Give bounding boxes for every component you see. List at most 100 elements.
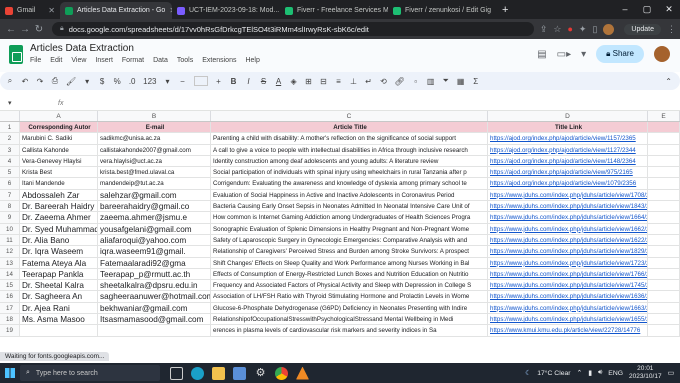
collapse-toolbar-icon[interactable]: ⌃	[665, 77, 680, 86]
row-number[interactable]: 4	[0, 155, 20, 167]
email-cell[interactable]: mandendeip@tut.ac.za	[98, 178, 211, 189]
forward-icon[interactable]: →	[18, 24, 32, 35]
update-button[interactable]: Update	[624, 23, 661, 35]
row-number[interactable]: 16	[0, 291, 20, 302]
close-window-icon[interactable]: ✕	[658, 4, 680, 15]
redo-icon[interactable]: ↷	[36, 77, 44, 86]
link-cell[interactable]: https://www.jduhs.com/index.php/jduhs/ar…	[488, 212, 648, 223]
empty-cell[interactable]	[648, 325, 680, 336]
font-size-field[interactable]	[193, 76, 208, 86]
link-icon[interactable]: 🔗︎	[395, 77, 405, 86]
row-number[interactable]: 18	[0, 314, 20, 325]
weather-text[interactable]: 17°C Clear	[537, 370, 570, 377]
tab-close-icon[interactable]: ✕	[165, 6, 172, 15]
empty-cell[interactable]	[648, 189, 680, 201]
browser-tab[interactable]: Fiverr / zenunkosi / Edit Gig✕	[388, 2, 496, 19]
font-size-decrease-icon[interactable]: −	[179, 77, 187, 86]
row-number[interactable]: 2	[0, 133, 20, 144]
paint-format-icon[interactable]: 🖌︎	[66, 77, 76, 86]
chrome-icon[interactable]	[275, 366, 288, 380]
italic-icon[interactable]: I	[245, 77, 253, 86]
title-cell[interactable]: Social participation of individuals with…	[211, 167, 488, 178]
new-tab-button[interactable]: +	[496, 4, 514, 16]
email-cell[interactable]: callistakahonde2007@gmail.com	[98, 144, 211, 155]
empty-cell[interactable]	[648, 223, 680, 234]
empty-cell[interactable]	[648, 178, 680, 189]
empty-cell[interactable]	[648, 291, 680, 302]
row-number[interactable]: 6	[0, 178, 20, 189]
column-header[interactable]: A	[20, 111, 98, 121]
header-cell[interactable]: Article Title	[211, 122, 488, 133]
share-button[interactable]: 🔒︎ Share	[596, 45, 644, 63]
fill-color-icon[interactable]: ◈	[290, 77, 298, 86]
title-cell[interactable]: A call to give a voice to people with in…	[211, 144, 488, 155]
email-cell[interactable]: vera.hlaylsi@uct.ac.za	[98, 155, 211, 167]
column-header[interactable]: C	[211, 111, 488, 121]
minimize-icon[interactable]: –	[614, 4, 636, 15]
email-cell[interactable]: sadikmc@unisa.ac.za	[98, 133, 211, 144]
link-cell[interactable]: https://www.jduhs.com/index.php/jduhs/ar…	[488, 291, 648, 302]
decimal-icon[interactable]: .0	[128, 77, 136, 86]
filter-icon[interactable]: ⏷	[442, 76, 450, 86]
author-cell[interactable]: Abdossaleh Zar	[20, 189, 98, 201]
link-cell[interactable]: https://www.jduhs.com/index.php/jduhs/ar…	[488, 201, 648, 212]
taskbar-search[interactable]: ⌕ Type here to search	[20, 365, 160, 381]
notifications-icon[interactable]: ▭	[668, 369, 674, 377]
rotate-icon[interactable]: ⟲	[380, 77, 388, 86]
browser-tab[interactable]: Fiverr - Freelance Services M...✕	[280, 2, 388, 19]
title-cell[interactable]: Safety of Laparoscopic Surgery in Gyneco…	[211, 234, 488, 246]
browser-tab[interactable]: Gmail ✕	[0, 2, 60, 19]
link-cell[interactable]: https://www.jduhs.com/index.php/jduhs/ar…	[488, 189, 648, 201]
title-cell[interactable]: Frequency and Associated Factors of Phys…	[211, 280, 488, 291]
header-cell[interactable]: E-mail	[98, 122, 211, 133]
font-size-increase-icon[interactable]: +	[215, 77, 223, 86]
email-cell[interactable]: bekhwaniar@gmail.com	[98, 302, 211, 314]
merge-icon[interactable]: ⊟	[320, 77, 328, 86]
browser-tab[interactable]: UCT-IEM-2023-09-18: Mod...✕	[172, 2, 280, 19]
link-cell[interactable]: https://ajod.org/index.php/ajod/article/…	[488, 133, 648, 144]
user-avatar[interactable]	[654, 46, 670, 62]
percent-icon[interactable]: %	[113, 77, 121, 86]
name-box[interactable]: ▾	[0, 99, 50, 107]
header-cell[interactable]	[648, 122, 680, 133]
empty-cell[interactable]	[648, 246, 680, 257]
functions-icon[interactable]: Σ	[472, 77, 480, 86]
title-cell[interactable]: Association of LH/FSH Ratio with Thyroid…	[211, 291, 488, 302]
row-number[interactable]: 12	[0, 246, 20, 257]
email-cell[interactable]: sagheeraanuwer@hotmail.com	[98, 291, 211, 302]
email-cell[interactable]	[98, 325, 211, 336]
tray-chevron-icon[interactable]: ⌃	[577, 369, 583, 377]
row-number[interactable]: 11	[0, 234, 20, 246]
author-cell[interactable]: Vera-Genevey Hlaylsi	[20, 155, 98, 167]
author-cell[interactable]: Dr. Sagheera An	[20, 291, 98, 302]
header-cell[interactable]: Corresponding Autor	[20, 122, 98, 133]
title-cell[interactable]: erences in plasma levels of cardiovascul…	[211, 325, 488, 336]
title-cell[interactable]: Shift Changes' Effects on Sleep Quality …	[211, 257, 488, 268]
borders-icon[interactable]: ⊞	[305, 77, 313, 86]
empty-cell[interactable]	[648, 133, 680, 144]
link-cell[interactable]: https://www.jduhs.com/index.php/jduhs/ar…	[488, 268, 648, 280]
title-cell[interactable]: Relationship of Caregivers' Perceived St…	[211, 246, 488, 257]
meet-icon[interactable]: ▭▸	[557, 49, 571, 60]
email-cell[interactable]: aliafaroqui@yahoo.com	[98, 234, 211, 246]
link-cell[interactable]: https://www.kmui.kmu.edu.pk/article/view…	[488, 325, 648, 336]
column-header[interactable]: D	[488, 111, 648, 121]
currency-icon[interactable]: $	[98, 77, 106, 86]
email-cell[interactable]: Teerapap_p@rmutt.ac.th	[98, 268, 211, 280]
link-cell[interactable]: https://ajod.org/index.php/ajod/article/…	[488, 178, 648, 189]
empty-cell[interactable]	[648, 212, 680, 223]
chevron-down-icon[interactable]: ▾	[581, 49, 586, 60]
title-cell[interactable]: Identity construction among deaf adolesc…	[211, 155, 488, 167]
email-cell[interactable]: bareerahaidry@gmail.co	[98, 201, 211, 212]
row-number[interactable]: 7	[0, 189, 20, 201]
title-cell[interactable]: Bacteria Causing Early Onset Sepsis in N…	[211, 201, 488, 212]
empty-cell[interactable]	[648, 144, 680, 155]
empty-cell[interactable]	[648, 302, 680, 314]
wrap-icon[interactable]: ↵	[365, 77, 373, 86]
settings-gear-icon[interactable]: ⚙	[254, 367, 267, 380]
network-icon[interactable]: ▮	[588, 369, 592, 377]
email-cell[interactable]: sheetalkalra@dpsru.edu.in	[98, 280, 211, 291]
menu-item-view[interactable]: View	[71, 57, 86, 64]
author-cell[interactable]: Dr. Sheetal Kalra	[20, 280, 98, 291]
author-cell[interactable]: Itani Mandende	[20, 178, 98, 189]
